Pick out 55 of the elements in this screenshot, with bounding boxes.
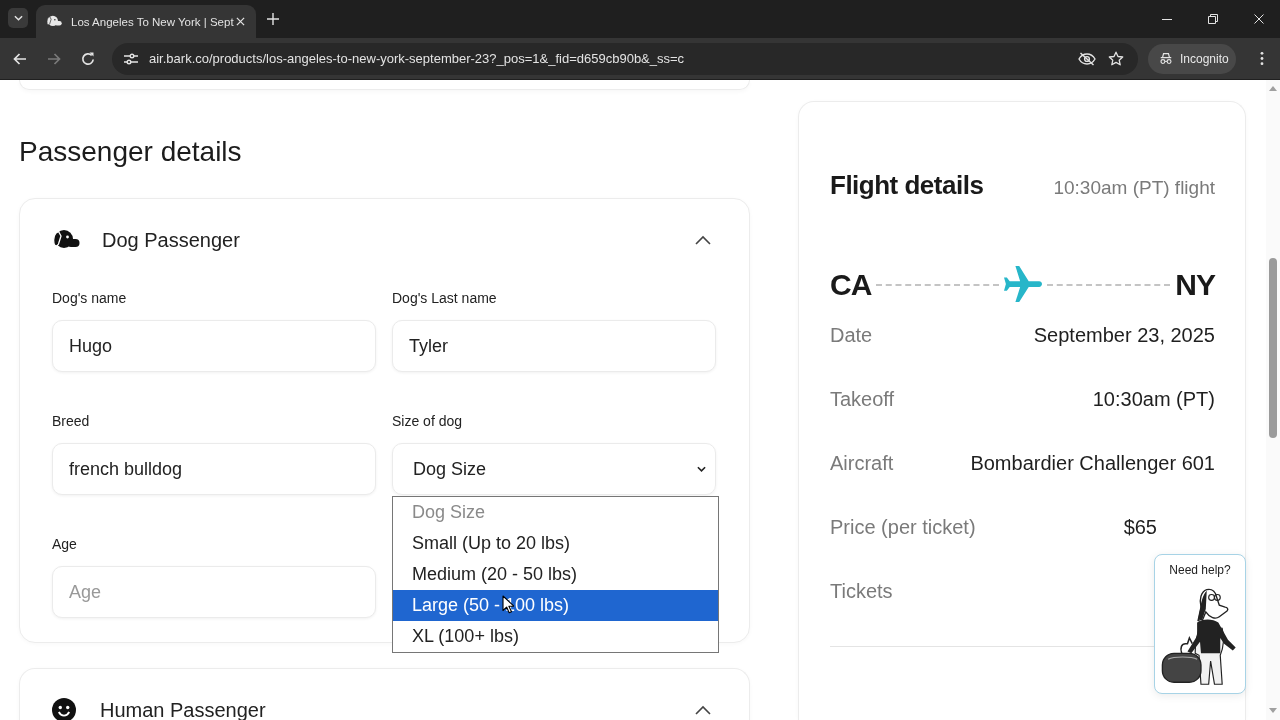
caret-icon <box>13 15 23 21</box>
card-title: Flight details <box>830 169 984 201</box>
origin-code: CA <box>830 267 872 303</box>
airplane-icon <box>1004 266 1043 304</box>
help-widget[interactable]: Need help? <box>1154 554 1246 694</box>
restore-icon[interactable] <box>1208 14 1218 24</box>
plus-icon[interactable] <box>267 13 279 25</box>
reload-icon[interactable] <box>80 50 96 67</box>
url-text: air.bark.co/products/los-angeles-to-new-york-september-23?_pos=1&_fid=d659cb90b&_ss=c <box>149 51 686 66</box>
chevron-up-icon[interactable] <box>695 235 711 245</box>
destination-code: NY <box>1175 267 1215 303</box>
field-label: Size of dog <box>392 413 464 430</box>
dog-icon <box>46 15 62 28</box>
dropdown-option[interactable]: XL (100+ lbs) <box>393 621 718 652</box>
detail-label: Price (per ticket) <box>830 515 976 539</box>
star-icon[interactable] <box>1108 50 1124 67</box>
tab-list-button[interactable] <box>8 8 28 28</box>
chevron-up-icon[interactable] <box>695 705 711 715</box>
sliders-icon[interactable] <box>124 52 138 65</box>
text-input[interactable]: Hugo <box>52 320 376 372</box>
tab-title: Los Angeles To New York | Sept <box>71 15 235 28</box>
text-input[interactable]: Age <box>52 566 376 618</box>
address-bar[interactable]: air.bark.co/products/los-angeles-to-new-york-september-23?_pos=1&_fid=d659cb90b&_ss=c <box>112 42 1138 75</box>
detail-value: September 23, 2025 <box>1033 323 1215 347</box>
incognito-icon <box>1159 52 1173 65</box>
detail-label: Takeoff <box>830 387 895 411</box>
close-icon[interactable] <box>236 17 245 26</box>
chevron-down-icon <box>697 466 706 472</box>
eye-slash-icon[interactable] <box>1078 51 1096 66</box>
help-label: Need help? <box>1169 563 1231 577</box>
dog-icon <box>52 229 80 251</box>
incognito-button[interactable]: Incognito <box>1148 43 1236 74</box>
detail-value: Bombardier Challenger 601 <box>970 451 1215 475</box>
scrollbar-thumb[interactable] <box>1269 258 1277 438</box>
section-heading: Passenger details <box>19 135 243 169</box>
minimize-icon[interactable] <box>1162 18 1172 20</box>
detail-label: Date <box>830 323 873 347</box>
text-input[interactable]: french bulldog <box>52 443 376 495</box>
field-label: Age <box>52 536 78 553</box>
dropdown-option[interactable]: Medium (20 - 50 lbs) <box>393 559 718 590</box>
menu-icon[interactable] <box>1260 51 1264 66</box>
detail-label: Tickets <box>830 579 893 603</box>
field-label: Breed <box>52 413 91 430</box>
detail-value: $65 <box>1123 515 1157 539</box>
flight-time: 10:30am (PT) flight <box>1053 177 1215 199</box>
detail-value: 10:30am (PT) <box>1092 387 1215 411</box>
close-icon[interactable] <box>1254 14 1264 24</box>
dropdown-option[interactable]: Small (Up to 20 lbs) <box>393 528 718 559</box>
field-label: Dog's Last name <box>392 290 498 307</box>
field-label: Dog's name <box>52 290 128 307</box>
card-title: Dog Passenger <box>102 228 240 252</box>
detail-label: Aircraft <box>830 451 894 475</box>
text-input[interactable]: Tyler <box>392 320 716 372</box>
browser-tab[interactable]: Los Angeles To New York | Sept <box>36 5 256 38</box>
select-field[interactable]: Dog Size <box>392 443 716 495</box>
